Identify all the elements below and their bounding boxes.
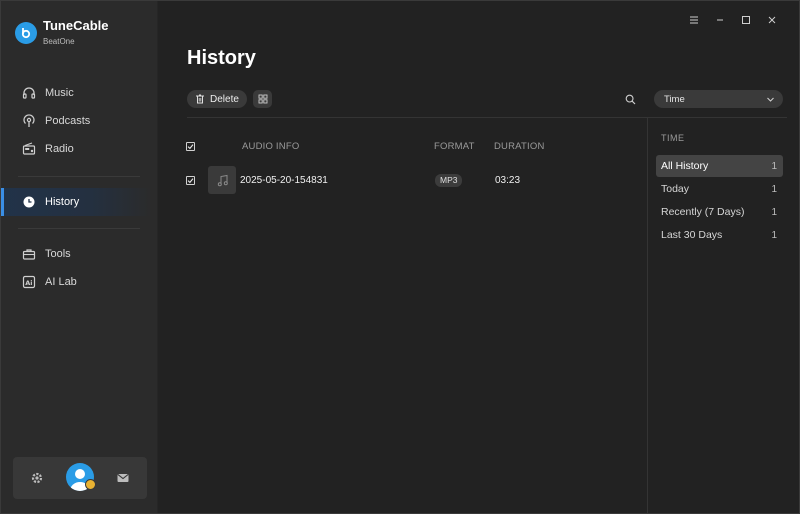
- app-window: TuneCable BeatOne Music Podcasts Radio H…: [0, 0, 800, 514]
- delete-label: Delete: [210, 93, 239, 105]
- trash-icon: [196, 94, 204, 104]
- minimize-icon: [717, 19, 723, 21]
- premium-badge-icon: [85, 479, 96, 490]
- filter-all-history[interactable]: All History 1: [656, 155, 783, 177]
- toolbox-icon: [22, 247, 36, 261]
- grid-view-button[interactable]: [253, 90, 272, 108]
- sort-value: Time: [664, 93, 685, 105]
- podcast-icon: [22, 114, 36, 128]
- sidebar-divider: [18, 176, 140, 177]
- maximize-icon: [742, 16, 750, 24]
- page-title: History: [187, 47, 256, 69]
- sidebar-item-ai-lab[interactable]: Ai AI Lab: [1, 268, 151, 296]
- gear-icon: [31, 472, 43, 484]
- close-icon: [768, 16, 776, 24]
- grid-icon: [258, 94, 267, 104]
- mail-button[interactable]: [114, 469, 132, 487]
- filter-label: Recently (7 Days): [661, 206, 745, 218]
- filter-label: Today: [661, 183, 690, 195]
- track-thumbnail: [208, 166, 236, 194]
- sidebar-item-label: Music: [45, 87, 74, 99]
- filter-panel-divider: [647, 118, 648, 513]
- sidebar-item-radio[interactable]: Radio: [1, 135, 151, 163]
- mail-icon: [117, 473, 129, 482]
- sidebar-item-music[interactable]: Music: [1, 79, 151, 107]
- music-note-icon: [217, 174, 228, 186]
- sidebar-item-history[interactable]: History: [1, 188, 151, 216]
- filter-heading: TIME: [661, 133, 685, 143]
- sidebar-item-label: AI Lab: [45, 276, 77, 288]
- column-audio-info[interactable]: AUDIO INFO: [242, 141, 299, 152]
- row-checkbox[interactable]: [186, 176, 195, 185]
- toolbar-divider: [187, 117, 787, 118]
- delete-button[interactable]: Delete: [187, 90, 247, 108]
- app-logo-icon: [15, 22, 37, 44]
- hamburger-icon: [690, 16, 698, 24]
- checkmark-icon: [187, 178, 194, 184]
- settings-button[interactable]: [28, 469, 46, 487]
- sidebar-item-label: Podcasts: [45, 115, 91, 127]
- filter-recently-7-days[interactable]: Recently (7 Days) 1: [656, 201, 783, 223]
- filter-count: 1: [771, 229, 777, 241]
- format-badge: MP3: [435, 174, 463, 187]
- app-subtitle: BeatOne: [43, 36, 75, 46]
- maximize-button[interactable]: [733, 13, 759, 27]
- column-duration[interactable]: DURATION: [494, 141, 545, 152]
- headphones-icon: [22, 86, 36, 100]
- sidebar-divider: [18, 228, 140, 229]
- filter-today[interactable]: Today 1: [656, 178, 783, 200]
- sidebar: TuneCable BeatOne Music Podcasts Radio H…: [1, 1, 158, 513]
- radio-icon: [22, 142, 36, 156]
- close-button[interactable]: [759, 13, 785, 27]
- filter-count: 1: [771, 206, 777, 218]
- search-button[interactable]: [623, 92, 637, 106]
- sidebar-item-label: History: [45, 196, 80, 208]
- checkmark-icon: [187, 144, 194, 150]
- filter-label: All History: [661, 160, 709, 172]
- app-name: TuneCable: [43, 17, 109, 33]
- filter-last-30-days[interactable]: Last 30 Days 1: [656, 224, 783, 246]
- brand: TuneCable BeatOne: [15, 17, 109, 49]
- menu-button[interactable]: [681, 13, 707, 27]
- sidebar-item-tools[interactable]: Tools: [1, 240, 151, 268]
- minimize-button[interactable]: [707, 13, 733, 27]
- sidebar-footer: [13, 457, 147, 499]
- column-format[interactable]: FORMAT: [434, 141, 475, 152]
- chevron-down-icon: [767, 97, 774, 102]
- search-icon: [625, 94, 635, 104]
- sidebar-item-label: Radio: [45, 143, 74, 155]
- window-controls: [681, 13, 785, 27]
- filter-label: Last 30 Days: [661, 229, 723, 241]
- ai-icon: Ai: [22, 275, 36, 289]
- filter-count: 1: [771, 183, 777, 195]
- track-name: 2025-05-20-154831: [240, 175, 328, 186]
- svg-text:Ai: Ai: [25, 279, 32, 287]
- sidebar-item-label: Tools: [45, 248, 71, 260]
- sort-dropdown[interactable]: Time: [654, 90, 783, 108]
- select-all-checkbox[interactable]: [186, 142, 195, 151]
- clock-icon: [22, 195, 36, 209]
- track-duration: 03:23: [495, 175, 521, 186]
- filter-count: 1: [771, 160, 777, 172]
- sidebar-item-podcasts[interactable]: Podcasts: [1, 107, 151, 135]
